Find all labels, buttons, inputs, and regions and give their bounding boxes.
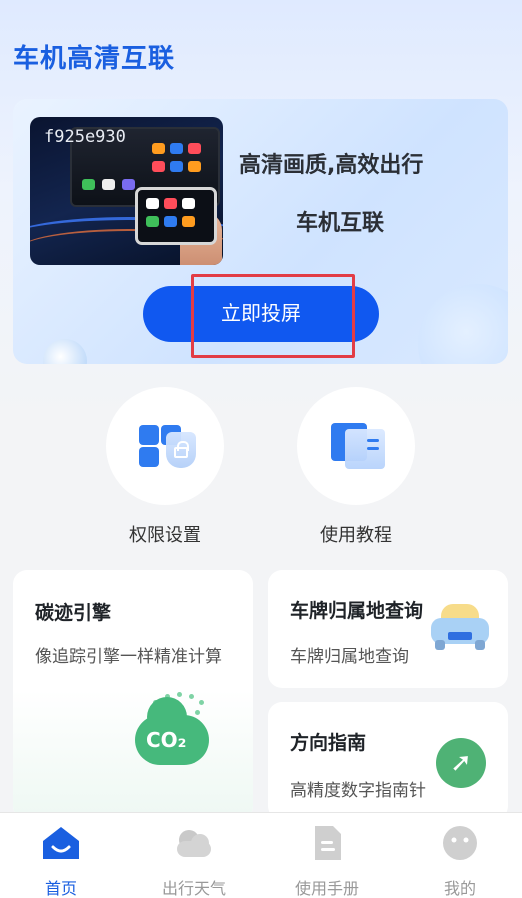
nav-label: 出行天气 bbox=[161, 879, 226, 898]
image-code: f925e930 bbox=[44, 127, 126, 147]
bubble-dot bbox=[177, 692, 182, 697]
co2-label: CO₂ bbox=[146, 728, 187, 752]
app-tile bbox=[182, 198, 195, 209]
book-line bbox=[367, 439, 379, 442]
app-tile bbox=[146, 198, 159, 209]
hero-card: f925e930 高清画质,高效出行 车机互联 立即投屏 bbox=[13, 99, 508, 364]
app-tile bbox=[188, 161, 201, 172]
nav-label: 我的 bbox=[443, 879, 476, 898]
home-icon bbox=[42, 825, 80, 861]
document-icon bbox=[308, 825, 346, 861]
compass-icon: ➚ bbox=[436, 738, 486, 788]
card-subtitle: 像追踪引擎一样精准计算 bbox=[35, 647, 222, 667]
start-cast-button[interactable]: 立即投屏 bbox=[143, 286, 379, 342]
hero-headline: 高清画质,高效出行 bbox=[239, 153, 424, 178]
car-plate bbox=[448, 632, 472, 640]
plate-lookup-card[interactable]: 车牌归属地查询 车牌归属地查询 bbox=[268, 570, 508, 688]
shortcut-label: 权限设置 bbox=[129, 525, 201, 546]
nav-profile[interactable]: 我的 bbox=[395, 813, 522, 898]
grid-square bbox=[139, 447, 159, 467]
lock bbox=[174, 441, 189, 458]
book-line bbox=[367, 447, 379, 450]
card-title: 车牌归属地查询 bbox=[290, 600, 424, 622]
bubble-dot bbox=[189, 694, 194, 699]
carbon-engine-card[interactable]: 碳迹引擎 像追踪引擎一样精准计算 CO₂ bbox=[13, 570, 253, 820]
app-tile bbox=[82, 179, 95, 190]
car-screen-image: f925e930 bbox=[30, 117, 223, 265]
book-front bbox=[345, 429, 385, 469]
app-tile bbox=[170, 161, 183, 172]
decorative-bubble bbox=[418, 284, 508, 364]
app-tile bbox=[102, 179, 115, 190]
hero-subheadline: 车机互联 bbox=[296, 211, 385, 236]
shortcut-permissions[interactable]: 权限设置 bbox=[105, 387, 225, 547]
nav-label: 首页 bbox=[44, 879, 77, 898]
profile-icon bbox=[441, 825, 479, 861]
card-title: 碳迹引擎 bbox=[35, 602, 112, 624]
bubble-dot bbox=[199, 700, 204, 705]
nav-label: 使用手册 bbox=[294, 879, 359, 898]
app-tile bbox=[188, 143, 201, 154]
card-subtitle: 高精度数字指南针 bbox=[290, 781, 426, 801]
car-icon bbox=[431, 602, 491, 654]
app-tile bbox=[164, 198, 177, 209]
cloud-icon bbox=[175, 825, 213, 861]
tutorial-icon-circle[interactable] bbox=[297, 387, 415, 505]
app-tile bbox=[164, 216, 177, 227]
app-tile bbox=[146, 216, 159, 227]
bottom-navigation: 首页 出行天气 使用手册 我的 bbox=[0, 812, 522, 898]
card-background bbox=[13, 690, 253, 820]
app-tile bbox=[170, 143, 183, 154]
app-tile bbox=[152, 143, 165, 154]
app-tile bbox=[152, 161, 165, 172]
bubble-dot bbox=[195, 710, 200, 715]
app-title: 车机高清互联 bbox=[13, 44, 176, 74]
compass-card[interactable]: 方向指南 高精度数字指南针 ➚ bbox=[268, 702, 508, 820]
card-subtitle: 车牌归属地查询 bbox=[290, 647, 409, 667]
shortcut-tutorial[interactable]: 使用教程 bbox=[296, 387, 416, 547]
car-wheel bbox=[475, 640, 485, 650]
app-tile bbox=[122, 179, 135, 190]
grid-square bbox=[139, 425, 159, 445]
shortcut-label: 使用教程 bbox=[320, 525, 392, 546]
decorative-bubble bbox=[43, 339, 87, 364]
nav-manual[interactable]: 使用手册 bbox=[262, 813, 392, 898]
permission-icon-circle[interactable] bbox=[106, 387, 224, 505]
phone bbox=[135, 187, 217, 245]
car-wheel bbox=[435, 640, 445, 650]
card-title: 方向指南 bbox=[290, 732, 367, 754]
nav-home[interactable]: 首页 bbox=[0, 813, 126, 898]
app-tile bbox=[182, 216, 195, 227]
nav-weather[interactable]: 出行天气 bbox=[129, 813, 259, 898]
